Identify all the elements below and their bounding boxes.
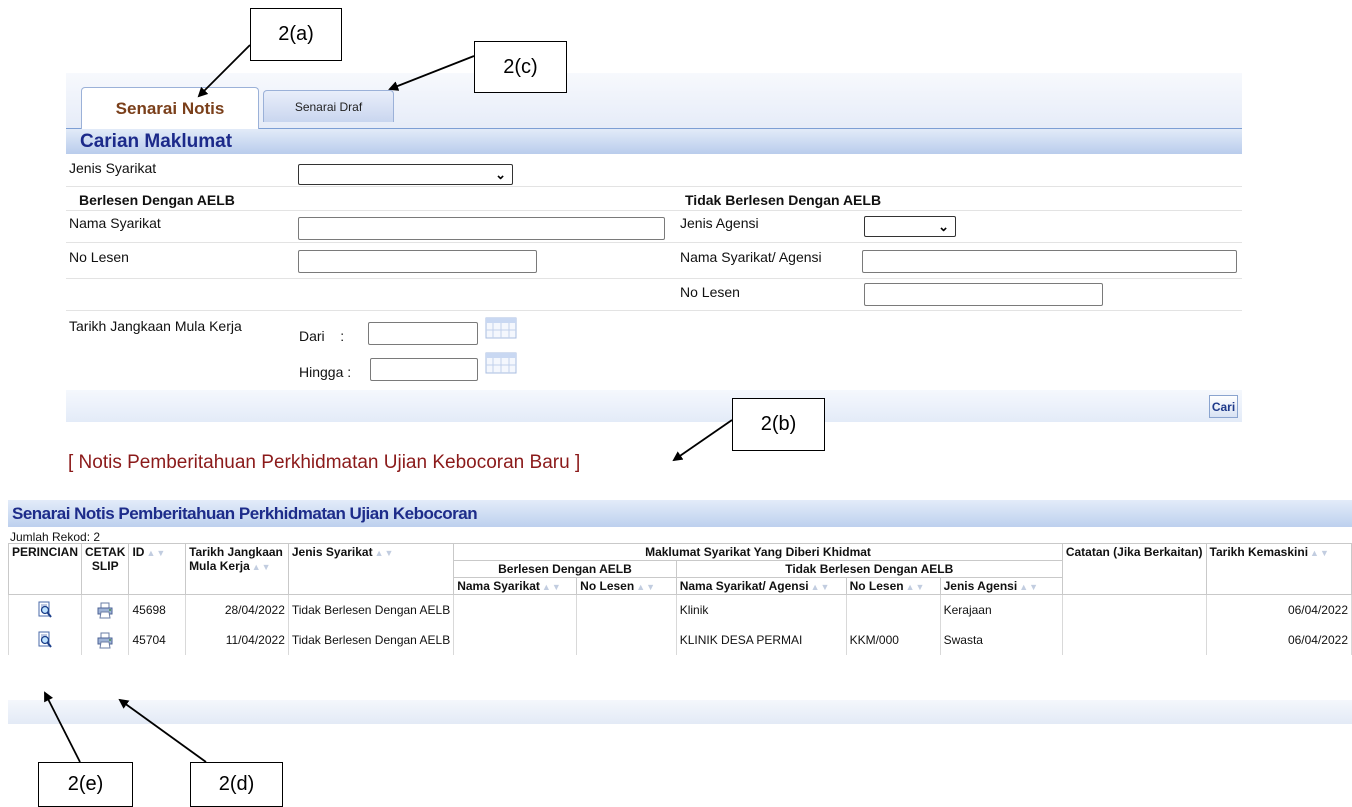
col-cetak-slip: CETAK SLIP: [81, 543, 130, 595]
sort-arrows-icon[interactable]: ▲▼: [542, 582, 562, 592]
col-tarikh-kemaskini[interactable]: Tarikh Kemaskini ▲▼: [1205, 543, 1352, 595]
callout-2b: 2(b): [732, 398, 825, 451]
col-group-tidak-berlesen: Tidak Berlesen Dengan AELB: [675, 560, 1063, 578]
nama-syarikat-input[interactable]: [298, 217, 665, 240]
id-cell: 45698: [128, 594, 187, 625]
col-nama-agensi[interactable]: Nama Syarikat/ Agensi ▲▼: [675, 577, 847, 595]
sort-arrows-icon[interactable]: ▲▼: [1019, 582, 1039, 592]
jenis-agensi-cell: Swasta: [939, 624, 1063, 655]
catatan-cell: [1061, 594, 1207, 625]
jenis-agensi-select[interactable]: ⌄: [864, 216, 956, 237]
nama-agensi-input[interactable]: [862, 250, 1237, 273]
divider: [66, 310, 1242, 311]
sort-arrows-icon[interactable]: ▲▼: [252, 562, 272, 572]
hingga-date-input[interactable]: [370, 358, 478, 381]
results-title: Senarai Notis Pemberitahuan Perkhidmatan…: [8, 500, 1352, 527]
calendar-icon[interactable]: [485, 352, 517, 374]
col-perincian: PERINCIAN: [7, 543, 83, 595]
nama-syarikat-label: Nama Syarikat: [69, 215, 161, 231]
chevron-down-icon: ⌄: [495, 167, 506, 182]
magnifier-document-icon[interactable]: [36, 601, 54, 619]
nama-syarikat-cell: [453, 594, 578, 625]
table-row: 45704 11/04/2022 Tidak Berlesen Dengan A…: [7, 624, 1352, 655]
no-lesen-cell: [576, 594, 677, 625]
divider: [66, 186, 1242, 187]
no-lesen-cell: [576, 624, 677, 655]
hingga-label: Hingga :: [299, 364, 352, 380]
chevron-down-icon: ⌄: [938, 219, 949, 234]
cetak-cell: [81, 624, 130, 655]
magnifier-document-icon[interactable]: [36, 631, 54, 649]
tarikh-cell: 28/04/2022: [185, 594, 289, 625]
berlesen-heading: Berlesen Dengan AELB: [79, 192, 235, 208]
sort-arrows-icon[interactable]: ▲▼: [375, 548, 395, 558]
jenis-agensi-cell: Kerajaan: [939, 594, 1063, 625]
col-group-berlesen: Berlesen Dengan AELB: [453, 560, 677, 578]
col-jenis-agensi[interactable]: Jenis Agensi ▲▼: [939, 577, 1063, 595]
col-jenis-syarikat[interactable]: Jenis Syarikat ▲▼: [287, 543, 455, 595]
tarikh-cell: 11/04/2022: [185, 624, 289, 655]
table-row: 45698 28/04/2022 Tidak Berlesen Dengan A…: [7, 594, 1352, 625]
nama-agensi-cell: KLINIK DESA PERMAI: [675, 624, 847, 655]
col-no-lesen[interactable]: No Lesen ▲▼: [576, 577, 677, 595]
col-maklumat-syarikat: Maklumat Syarikat Yang Diberi Khidmat: [453, 543, 1063, 561]
record-count: Jumlah Rekod: 2: [10, 530, 101, 544]
search-footer: [66, 390, 1242, 422]
col-no-lesen-2[interactable]: No Lesen ▲▼: [845, 577, 941, 595]
results-table: PERINCIAN CETAK SLIP ID ▲▼ Tarikh Jangkaan…: [7, 543, 1352, 655]
new-notice-link[interactable]: [ Notis Pemberitahuan Perkhidmatan Ujian…: [68, 452, 580, 474]
no-lesen-2-label: No Lesen: [680, 284, 740, 300]
tarikh-kemaskini-cell: 06/04/2022: [1205, 594, 1352, 625]
col-nama-syarikat[interactable]: Nama Syarikat ▲▼: [453, 577, 578, 595]
cetak-cell: [81, 594, 130, 625]
sort-arrows-icon[interactable]: ▲▼: [636, 582, 656, 592]
arrow-2b: [672, 419, 733, 462]
cari-button[interactable]: Cari: [1209, 395, 1238, 418]
no-lesen-label: No Lesen: [69, 249, 129, 265]
perincian-cell: [7, 624, 83, 655]
tab-bar: Senarai Notis Senarai Draf: [66, 73, 1242, 130]
perincian-cell: [7, 594, 83, 625]
nama-agensi-label: Nama Syarikat/ Agensi: [680, 249, 822, 265]
tab-senarai-draf[interactable]: Senarai Draf: [263, 90, 394, 122]
col-id[interactable]: ID ▲▼: [128, 543, 187, 595]
search-panel-title: Carian Maklumat: [66, 129, 1242, 154]
tarikh-kemaskini-cell: 06/04/2022: [1205, 624, 1352, 655]
callout-2c: 2(c): [474, 41, 567, 93]
divider: [66, 210, 1242, 211]
callout-2e: 2(e): [38, 762, 133, 807]
dari-date-input[interactable]: [368, 322, 478, 345]
no-lesen-input[interactable]: [298, 250, 537, 273]
sort-arrows-icon[interactable]: ▲▼: [1310, 548, 1330, 558]
printer-icon[interactable]: [96, 631, 114, 649]
tidak-berlesen-heading: Tidak Berlesen Dengan AELB: [685, 192, 882, 208]
jenis-syarikat-cell: Tidak Berlesen Dengan AELB: [287, 594, 455, 625]
no-lesen-2-cell: KKM/000: [845, 624, 941, 655]
jenis-syarikat-cell: Tidak Berlesen Dengan AELB: [287, 624, 455, 655]
callout-2d: 2(d): [190, 762, 283, 807]
id-cell: 45704: [128, 624, 187, 655]
no-lesen-2-input[interactable]: [864, 283, 1103, 306]
results-footer: [8, 700, 1352, 724]
tab-senarai-notis[interactable]: Senarai Notis: [81, 87, 259, 129]
nama-syarikat-cell: [453, 624, 578, 655]
jenis-syarikat-label: Jenis Syarikat: [69, 160, 157, 176]
printer-icon[interactable]: [96, 601, 114, 619]
catatan-cell: [1061, 624, 1207, 655]
sort-arrows-icon[interactable]: ▲▼: [146, 548, 166, 558]
divider: [66, 242, 1242, 243]
divider: [66, 278, 1242, 279]
sort-arrows-icon[interactable]: ▲▼: [906, 582, 926, 592]
jenis-syarikat-select[interactable]: ⌄: [298, 164, 513, 185]
tarikh-jangkaan-label: Tarikh Jangkaan Mula Kerja: [69, 318, 242, 334]
dari-label: Dari :: [299, 328, 345, 344]
col-tarikh-jangkaan[interactable]: Tarikh Jangkaan Mula Kerja ▲▼: [185, 543, 289, 595]
calendar-icon[interactable]: [485, 317, 517, 339]
jenis-agensi-label: Jenis Agensi: [680, 215, 759, 231]
sort-arrows-icon[interactable]: ▲▼: [811, 582, 831, 592]
col-catatan: Catatan (Jika Berkaitan): [1061, 543, 1207, 595]
callout-2a: 2(a): [250, 8, 342, 61]
no-lesen-2-cell: [845, 594, 941, 625]
nama-agensi-cell: Klinik: [675, 594, 847, 625]
